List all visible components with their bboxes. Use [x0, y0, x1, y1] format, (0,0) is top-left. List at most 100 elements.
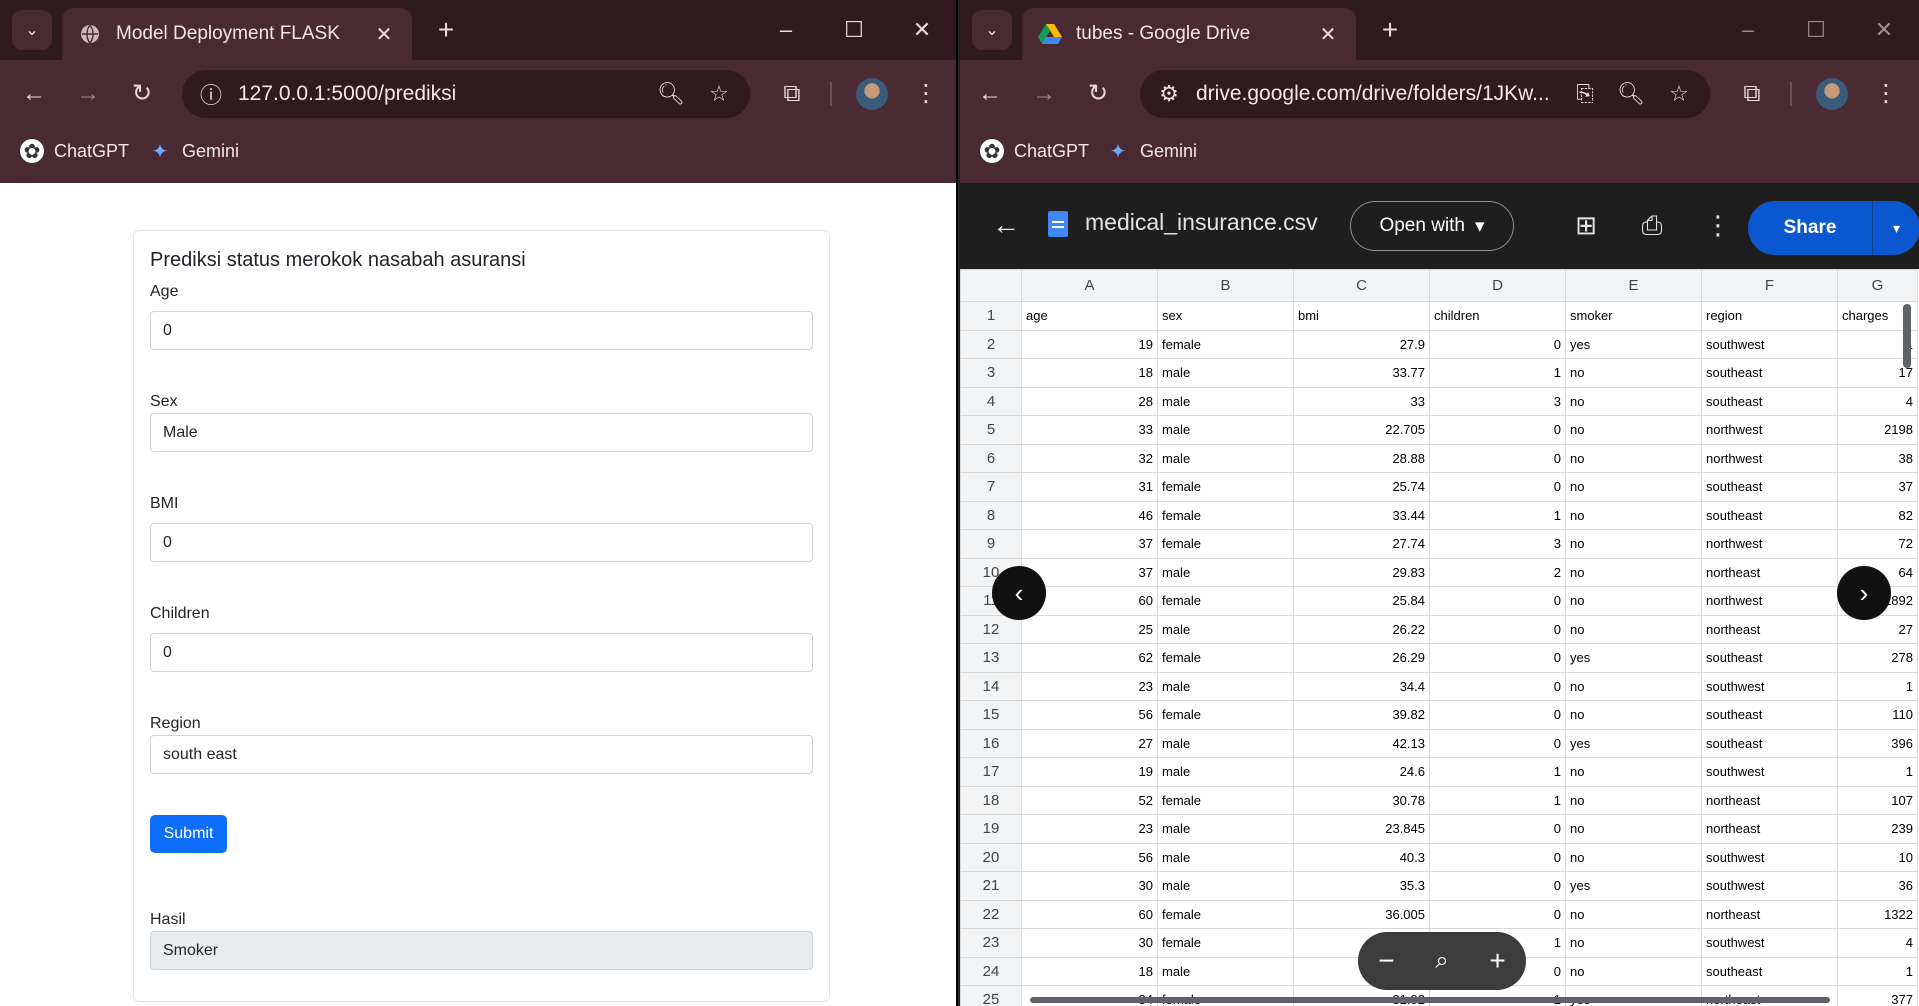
- cell[interactable]: female: [1157, 643, 1294, 673]
- tab-search-button[interactable]: ⌄: [12, 10, 52, 50]
- cell[interactable]: 26.29: [1293, 643, 1430, 673]
- cell[interactable]: 23.845: [1293, 814, 1430, 844]
- zoom-out-icon[interactable]: −: [1378, 945, 1394, 977]
- cell[interactable]: 23: [1021, 671, 1158, 701]
- close-tab-icon[interactable]: ✕: [372, 22, 396, 47]
- cell[interactable]: 37: [1837, 472, 1918, 502]
- cell[interactable]: 3: [1429, 529, 1566, 559]
- cell[interactable]: 27: [1837, 614, 1918, 644]
- cell[interactable]: 0: [1429, 415, 1566, 445]
- cell[interactable]: 33.77: [1293, 358, 1430, 388]
- cell[interactable]: southeast: [1701, 500, 1838, 530]
- cell[interactable]: male: [1157, 557, 1294, 587]
- install-app-icon[interactable]: ⎘: [1568, 81, 1602, 107]
- cell[interactable]: 10: [1837, 842, 1918, 872]
- cell[interactable]: northeast: [1701, 899, 1838, 929]
- cell[interactable]: male: [1157, 871, 1294, 901]
- cell[interactable]: 22.705: [1293, 415, 1430, 445]
- cell[interactable]: 25.74: [1293, 472, 1430, 502]
- cell[interactable]: male: [1157, 386, 1294, 416]
- cell[interactable]: 33: [1021, 415, 1158, 445]
- cell[interactable]: southeast: [1701, 643, 1838, 673]
- reload-button[interactable]: ↻: [126, 78, 158, 110]
- cell[interactable]: age: [1021, 301, 1158, 331]
- cell[interactable]: 239: [1837, 814, 1918, 844]
- cell[interactable]: southeast: [1701, 956, 1838, 986]
- row-number[interactable]: 13: [960, 643, 1022, 673]
- cell[interactable]: northeast: [1701, 785, 1838, 815]
- cell[interactable]: 82: [1837, 500, 1918, 530]
- row-number[interactable]: 25: [960, 985, 1022, 1006]
- cell[interactable]: no: [1565, 500, 1702, 530]
- cell[interactable]: 36: [1837, 871, 1918, 901]
- site-info-icon[interactable]: ⓘ: [194, 78, 228, 110]
- row-number[interactable]: 6: [960, 443, 1022, 473]
- cell[interactable]: no: [1565, 529, 1702, 559]
- zoom-icon[interactable]: 🔍︎: [654, 81, 688, 107]
- forward-button[interactable]: →: [72, 78, 104, 110]
- cell[interactable]: 0: [1429, 329, 1566, 359]
- bookmark-star-icon[interactable]: ☆: [1662, 81, 1696, 107]
- column-header-d[interactable]: D: [1429, 269, 1566, 302]
- column-header-e[interactable]: E: [1565, 269, 1702, 302]
- cell[interactable]: southeast: [1701, 472, 1838, 502]
- cell[interactable]: 396: [1837, 728, 1918, 758]
- open-with-button[interactable]: Open with ▾: [1350, 201, 1514, 251]
- cell[interactable]: northwest: [1701, 443, 1838, 473]
- submit-button[interactable]: Submit: [150, 815, 227, 853]
- cell[interactable]: southwest: [1701, 329, 1838, 359]
- cell[interactable]: 37: [1021, 529, 1158, 559]
- cell[interactable]: southeast: [1701, 700, 1838, 730]
- cell[interactable]: 46: [1021, 500, 1158, 530]
- cell[interactable]: 0: [1429, 728, 1566, 758]
- row-number[interactable]: 16: [960, 728, 1022, 758]
- horizontal-scrollbar[interactable]: [1030, 997, 1830, 1003]
- cell[interactable]: 1: [1837, 956, 1918, 986]
- cell[interactable]: 19: [1021, 329, 1158, 359]
- row-number[interactable]: 4: [960, 386, 1022, 416]
- cell[interactable]: female: [1157, 928, 1294, 958]
- profile-avatar[interactable]: [1816, 78, 1848, 110]
- cell[interactable]: 27: [1021, 728, 1158, 758]
- age-input[interactable]: 0: [150, 311, 813, 350]
- cell[interactable]: female: [1157, 785, 1294, 815]
- cell[interactable]: female: [1157, 586, 1294, 616]
- cell[interactable]: male: [1157, 757, 1294, 787]
- cell[interactable]: 33: [1293, 386, 1430, 416]
- cell[interactable]: no: [1565, 671, 1702, 701]
- cell[interactable]: 39.82: [1293, 700, 1430, 730]
- row-number[interactable]: 17: [960, 757, 1022, 787]
- column-header-c[interactable]: C: [1293, 269, 1430, 302]
- region-select[interactable]: south east: [150, 735, 813, 774]
- cell[interactable]: 0: [1429, 842, 1566, 872]
- cell[interactable]: 31: [1021, 472, 1158, 502]
- cell[interactable]: female: [1157, 500, 1294, 530]
- cell[interactable]: 0: [1429, 472, 1566, 502]
- cell[interactable]: male: [1157, 614, 1294, 644]
- cell[interactable]: 28.88: [1293, 443, 1430, 473]
- cell[interactable]: 30.78: [1293, 785, 1430, 815]
- cell[interactable]: female: [1157, 899, 1294, 929]
- cell[interactable]: no: [1565, 386, 1702, 416]
- row-number[interactable]: 18: [960, 785, 1022, 815]
- extensions-icon[interactable]: ⧉: [1736, 78, 1768, 110]
- cell[interactable]: 60: [1021, 899, 1158, 929]
- cell[interactable]: 29.83: [1293, 557, 1430, 587]
- maximize-button[interactable]: ☐: [834, 14, 874, 46]
- cell[interactable]: 33.44: [1293, 500, 1430, 530]
- row-number[interactable]: 21: [960, 871, 1022, 901]
- cell[interactable]: 26.22: [1293, 614, 1430, 644]
- row-number[interactable]: 20: [960, 842, 1022, 872]
- cell[interactable]: no: [1565, 358, 1702, 388]
- cell[interactable]: male: [1157, 358, 1294, 388]
- cell[interactable]: 0: [1429, 899, 1566, 929]
- cell[interactable]: male: [1157, 728, 1294, 758]
- bmi-input[interactable]: 0: [150, 523, 813, 562]
- cell[interactable]: 18: [1021, 956, 1158, 986]
- address-bar[interactable]: ⓘ 127.0.0.1:5000/prediksi 🔍︎ ☆: [182, 70, 750, 118]
- row-number[interactable]: 1: [960, 301, 1022, 331]
- row-number[interactable]: 2: [960, 329, 1022, 359]
- cell[interactable]: 107: [1837, 785, 1918, 815]
- cell[interactable]: no: [1565, 928, 1702, 958]
- more-actions-icon[interactable]: ⋮: [1700, 207, 1736, 243]
